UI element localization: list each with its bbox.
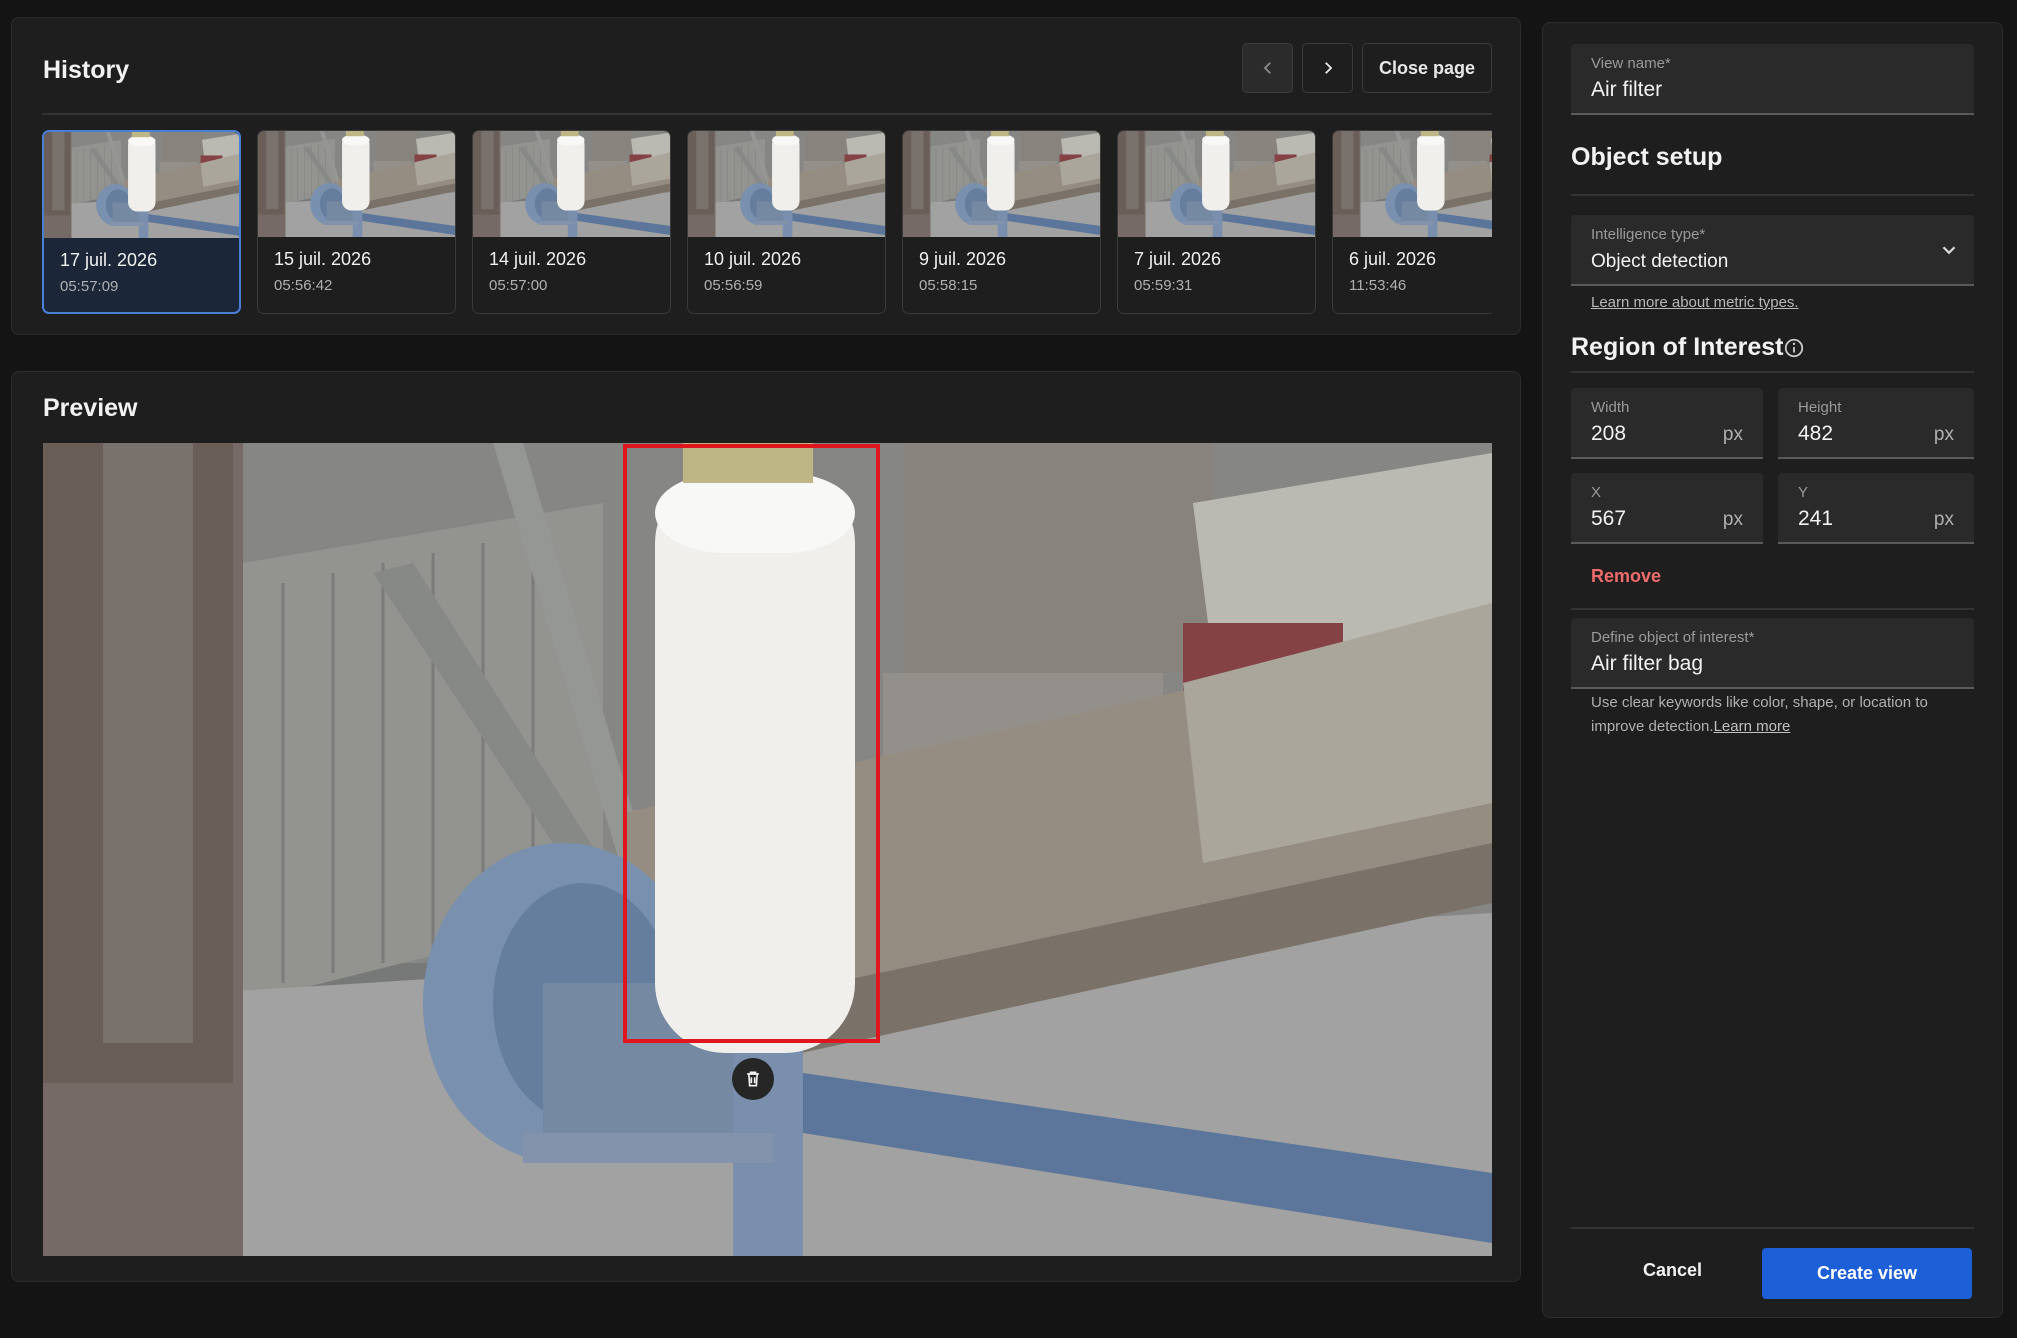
height-unit: px xyxy=(1933,424,1954,445)
thumbnail-time: 11:53:46 xyxy=(1349,277,1407,294)
thumbnail-date: 17 juil. 2026 xyxy=(60,250,158,270)
history-thumbnail[interactable]: 17 juil. 2026 05:57:09 xyxy=(42,130,241,314)
y-input[interactable]: Y 241 px xyxy=(1778,473,1974,544)
roi-bounding-box[interactable] xyxy=(623,444,880,1043)
history-thumbnail[interactable]: 7 juil. 2026 05:59:31 xyxy=(1117,130,1316,314)
thumbnail-image xyxy=(903,131,1100,237)
thumbnail-time: 05:56:59 xyxy=(704,277,763,294)
history-title: History xyxy=(43,56,130,84)
object-setup-title: Object setup xyxy=(1571,143,1723,171)
intelligence-type-value: Object detection xyxy=(1591,251,1729,272)
close-page-button[interactable]: Close page xyxy=(1362,43,1492,93)
previous-button[interactable] xyxy=(1242,43,1293,93)
width-value: 208 xyxy=(1591,422,1627,445)
divider xyxy=(1571,1227,1974,1229)
x-value: 567 xyxy=(1591,507,1627,530)
history-thumbnail[interactable]: 6 juil. 2026 11:53:46 xyxy=(1332,130,1492,314)
thumbnail-image xyxy=(44,132,239,238)
width-label: Width xyxy=(1591,399,1630,416)
history-thumbnails: 17 juil. 2026 05:57:09 15 juil. 2026 05:56:… xyxy=(42,130,1492,315)
thumbnail-date: 15 juil. 2026 xyxy=(274,249,372,269)
chevron-right-icon xyxy=(1324,62,1332,74)
preview-title: Preview xyxy=(43,394,138,422)
thumbnail-image xyxy=(688,131,885,237)
cancel-button[interactable]: Cancel xyxy=(1643,1260,1702,1281)
x-unit: px xyxy=(1722,509,1743,530)
info-icon[interactable] xyxy=(1783,337,1805,359)
height-value: 482 xyxy=(1798,422,1834,445)
history-thumbnail[interactable]: 9 juil. 2026 05:58:15 xyxy=(902,130,1101,314)
thumbnail-time: 05:57:09 xyxy=(60,278,119,295)
history-panel: History Close page 17 juil. 2026 05:57:09… xyxy=(11,17,1521,335)
roi-title: Region of Interest xyxy=(1571,333,1784,361)
create-view-button[interactable]: Create view xyxy=(1762,1248,1972,1299)
history-thumbnail[interactable]: 14 juil. 2026 05:57:00 xyxy=(472,130,671,314)
divider xyxy=(42,113,1492,115)
divider xyxy=(1571,608,1974,610)
thumbnail-image xyxy=(1118,131,1315,237)
divider xyxy=(1571,371,1974,373)
learn-more-link[interactable]: Learn more xyxy=(1714,718,1791,735)
intelligence-type-select[interactable]: Intelligence type* Object detection xyxy=(1571,215,1974,286)
trash-icon xyxy=(747,1071,759,1087)
chevron-down-icon xyxy=(1942,246,1956,255)
view-name-value: Air filter xyxy=(1591,78,1663,101)
thumbnail-date: 7 juil. 2026 xyxy=(1134,249,1222,269)
thumbnail-image xyxy=(1333,131,1492,237)
setup-panel: View name* Air filter Object setup Intel… xyxy=(1542,22,2003,1318)
history-thumbnail[interactable]: 10 juil. 2026 05:56:59 xyxy=(687,130,886,314)
hint-text: Use clear keywords like color, shape, or… xyxy=(1591,691,1971,739)
thumbnail-time: 05:57:00 xyxy=(489,277,548,294)
x-input[interactable]: X 567 px xyxy=(1571,473,1763,544)
thumbnail-image xyxy=(258,131,455,237)
thumbnail-time: 05:59:31 xyxy=(1134,277,1193,294)
y-value: 241 xyxy=(1798,507,1834,530)
delete-roi-button[interactable] xyxy=(732,1058,774,1100)
metric-types-link[interactable]: Learn more about metric types. xyxy=(1591,294,1799,311)
width-unit: px xyxy=(1722,424,1743,445)
x-label: X xyxy=(1591,484,1602,501)
chevron-left-icon xyxy=(1263,62,1271,74)
thumbnail-date: 6 juil. 2026 xyxy=(1349,249,1437,269)
y-unit: px xyxy=(1933,509,1954,530)
thumbnail-time: 05:58:15 xyxy=(919,277,978,294)
height-label: Height xyxy=(1798,399,1842,416)
y-label: Y xyxy=(1798,484,1809,501)
thumbnail-time: 05:56:42 xyxy=(274,277,333,294)
object-of-interest-value: Air filter bag xyxy=(1591,652,1704,675)
thumbnail-date: 9 juil. 2026 xyxy=(919,249,1007,269)
view-name-label: View name* xyxy=(1591,55,1671,72)
object-of-interest-input[interactable]: Define object of interest* Air filter ba… xyxy=(1571,618,1974,689)
thumbnail-date: 10 juil. 2026 xyxy=(704,249,802,269)
history-thumbnail[interactable]: 15 juil. 2026 05:56:42 xyxy=(257,130,456,314)
divider xyxy=(1571,194,1974,196)
height-input[interactable]: Height 482 px xyxy=(1778,388,1974,459)
view-name-field[interactable]: View name* Air filter xyxy=(1571,44,1974,115)
thumbnail-image xyxy=(473,131,670,237)
remove-button[interactable]: Remove xyxy=(1591,566,1661,587)
intelligence-type-label: Intelligence type* xyxy=(1591,226,1706,243)
width-input[interactable]: Width 208 px xyxy=(1571,388,1763,459)
object-of-interest-label: Define object of interest* xyxy=(1591,629,1755,646)
next-button[interactable] xyxy=(1302,43,1353,93)
thumbnail-date: 14 juil. 2026 xyxy=(489,249,587,269)
